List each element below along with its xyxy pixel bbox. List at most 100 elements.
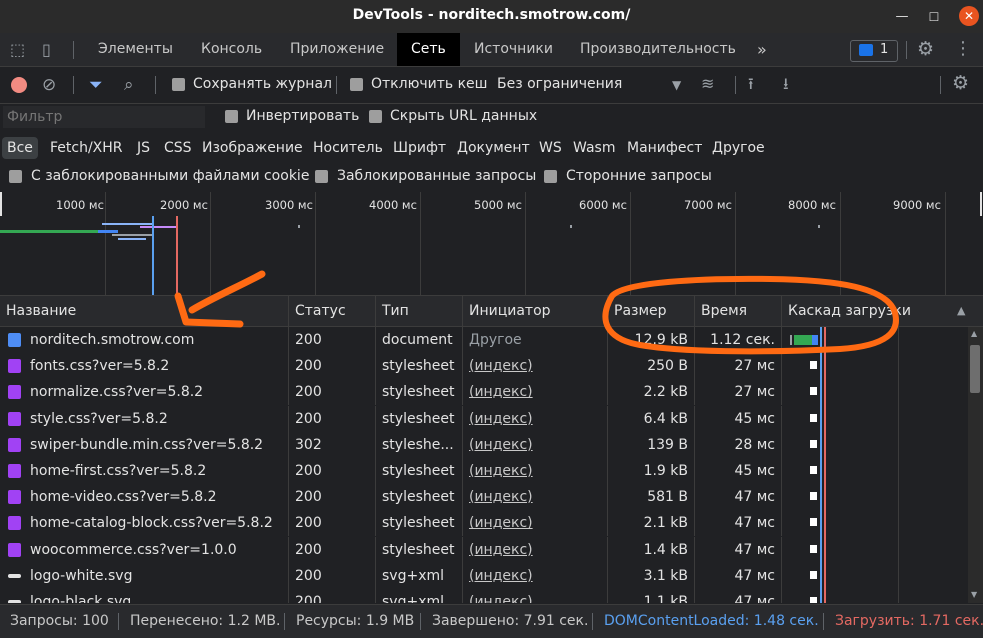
cell-initiator[interactable]: (индекс): [463, 589, 608, 603]
sort-ascending-icon[interactable]: ▲: [957, 304, 965, 317]
type-filter-all[interactable]: Все: [2, 137, 38, 159]
cell-initiator[interactable]: (индекс): [463, 353, 608, 380]
network-conditions-icon[interactable]: ≋: [701, 74, 714, 94]
table-row[interactable]: normalize.css?ver=5.8.2 200 stylesheet (инд…: [0, 379, 968, 406]
throttling-select[interactable]: Без ограничения: [497, 76, 622, 92]
table-row[interactable]: home-first.css?ver=5.8.2 200 stylesheet (ин…: [0, 458, 968, 484]
column-header-status[interactable]: Статус: [289, 296, 376, 326]
cell-initiator-text: (индекс): [469, 489, 533, 506]
stylesheet-file-icon: [8, 385, 21, 400]
cell-initiator[interactable]: (индекс): [463, 458, 608, 484]
blocked-cookies-checkbox[interactable]: [9, 170, 22, 183]
cell-size-text: 6.4 kB: [643, 410, 688, 427]
scroll-down-icon[interactable]: ▼: [971, 590, 977, 599]
filter-funnel-icon[interactable]: ⏷: [89, 75, 103, 95]
table-row[interactable]: style.css?ver=5.8.2 200 stylesheet (индекс)…: [0, 405, 968, 432]
table-row[interactable]: home-catalog-block.css?ver=5.8.2 200 style…: [0, 510, 968, 537]
cell-initiator[interactable]: (индекс): [463, 510, 608, 537]
chevron-down-icon[interactable]: ▼: [672, 75, 681, 95]
cell-initiator-text: (индекс): [469, 594, 533, 603]
clear-icon[interactable]: ⊘: [42, 75, 56, 95]
type-filter-media[interactable]: Носитель: [313, 137, 383, 159]
cell-size-text: 3.1 kB: [643, 567, 688, 584]
type-filter-css[interactable]: CSS: [164, 137, 192, 159]
minimize-icon[interactable]: —: [893, 8, 911, 26]
cell-initiator[interactable]: (индекс): [463, 536, 608, 563]
column-header-initiator[interactable]: Инициатор: [463, 296, 608, 326]
column-header-name[interactable]: Название: [0, 296, 289, 326]
table-row[interactable]: fonts.css?ver=5.8.2 200 stylesheet (индекс)…: [0, 353, 968, 380]
scroll-up-icon[interactable]: ▲: [971, 329, 977, 338]
cell-initiator[interactable]: (индекс): [463, 562, 608, 589]
cell-initiator[interactable]: (индекс): [463, 484, 608, 511]
settings-gear-icon[interactable]: ⚙: [917, 39, 934, 59]
table-row[interactable]: home-video.css?ver=5.8.2 200 stylesheet (ин…: [0, 484, 968, 511]
disable-cache-checkbox[interactable]: [350, 78, 363, 91]
inspect-element-icon[interactable]: ⬚: [10, 40, 25, 60]
tab-console[interactable]: Консоль: [201, 33, 262, 66]
cell-time-text: 47 мс: [734, 594, 775, 603]
overview-request-bar: [102, 223, 152, 225]
type-filter-document[interactable]: Документ: [457, 137, 530, 159]
tab-performance[interactable]: Производительность: [580, 33, 736, 66]
invert-checkbox[interactable]: [225, 110, 238, 123]
cell-time: 27 мс: [695, 379, 782, 406]
more-options-icon[interactable]: ⋮: [954, 39, 972, 59]
type-filter-ws[interactable]: WS: [539, 137, 562, 159]
network-overview-timeline[interactable]: 1000 мс 2000 мс 3000 мс 4000 мс 5000 мс …: [0, 192, 983, 296]
column-header-waterfall[interactable]: Каскад загрузки: [782, 296, 950, 326]
column-header-type[interactable]: Тип: [376, 296, 463, 326]
tab-sources[interactable]: Источники: [474, 33, 553, 66]
stylesheet-file-icon: [8, 464, 21, 478]
cell-initiator[interactable]: (индекс): [463, 405, 608, 432]
record-icon[interactable]: [11, 77, 27, 93]
type-filter-js[interactable]: JS: [137, 137, 150, 159]
overview-document-bar-download: [98, 230, 118, 233]
table-row[interactable]: swiper-bundle.min.css?ver=5.8.2 302 styles…: [0, 431, 968, 458]
import-har-icon[interactable]: ⭱: [748, 74, 754, 94]
close-icon[interactable]: ✕: [959, 6, 979, 26]
device-toolbar-icon[interactable]: ▯: [42, 40, 51, 60]
divider: [735, 76, 736, 94]
filter-input[interactable]: [3, 106, 205, 128]
maximize-icon[interactable]: ☐: [925, 8, 943, 26]
preserve-log-checkbox[interactable]: [172, 78, 185, 91]
type-filter-image[interactable]: Изображение: [202, 137, 303, 159]
cell-initiator[interactable]: (индекс): [463, 431, 608, 458]
cell-type-text: stylesheet: [382, 515, 455, 532]
tab-network[interactable]: Сеть: [397, 33, 460, 66]
hide-data-urls-checkbox[interactable]: [369, 110, 382, 123]
cell-status-text: 200: [295, 463, 322, 479]
table-row[interactable]: logo-black.svg 200 svg+xml (индекс) 1.1 kB 47…: [0, 589, 968, 603]
tab-elements[interactable]: Элементы: [98, 33, 173, 66]
table-row[interactable]: logo-white.svg 200 svg+xml (индекс) 3.1 kB 47…: [0, 562, 968, 589]
blocked-requests-checkbox[interactable]: [315, 170, 328, 183]
more-tabs-button[interactable]: »: [757, 33, 767, 66]
type-filter-manifest[interactable]: Манифест: [627, 137, 702, 159]
export-har-icon[interactable]: ⭳: [783, 74, 789, 94]
search-icon[interactable]: ⌕: [124, 75, 134, 95]
network-settings-gear-icon[interactable]: ⚙: [952, 73, 969, 93]
table-scrollbar[interactable]: ▲ ▼: [968, 327, 983, 603]
issues-badge[interactable]: 1: [850, 40, 898, 62]
requests-table-header: Название Статус Тип Инициатор Размер Вре…: [0, 296, 983, 327]
type-filter-other[interactable]: Другое: [712, 137, 765, 159]
scrollbar-thumb[interactable]: [970, 345, 980, 393]
table-row[interactable]: woocommerce.css?ver=1.0.0 200 stylesheet (и…: [0, 536, 968, 563]
type-filter-font[interactable]: Шрифт: [393, 137, 446, 159]
third-party-checkbox[interactable]: [544, 170, 557, 183]
overview-handle-left[interactable]: [0, 192, 2, 216]
cell-type-text: svg+xml: [382, 594, 445, 603]
table-row[interactable]: norditech.smotrow.com 200 document Другое 12…: [0, 327, 968, 353]
hide-data-urls-label: Скрыть URL данных: [390, 108, 538, 124]
cell-name-text: fonts.css?ver=5.8.2: [30, 358, 170, 375]
column-header-time[interactable]: Время: [695, 296, 782, 326]
tab-application[interactable]: Приложение: [290, 33, 384, 66]
column-header-size[interactable]: Размер: [608, 296, 695, 326]
cell-size-text: 1.4 kB: [643, 541, 688, 558]
cell-initiator[interactable]: (индекс): [463, 379, 608, 406]
cell-status: 200: [289, 405, 376, 432]
overview-handle-right[interactable]: [980, 192, 982, 216]
type-filter-fetch-xhr[interactable]: Fetch/XHR: [50, 137, 123, 159]
type-filter-wasm[interactable]: Wasm: [573, 137, 615, 159]
